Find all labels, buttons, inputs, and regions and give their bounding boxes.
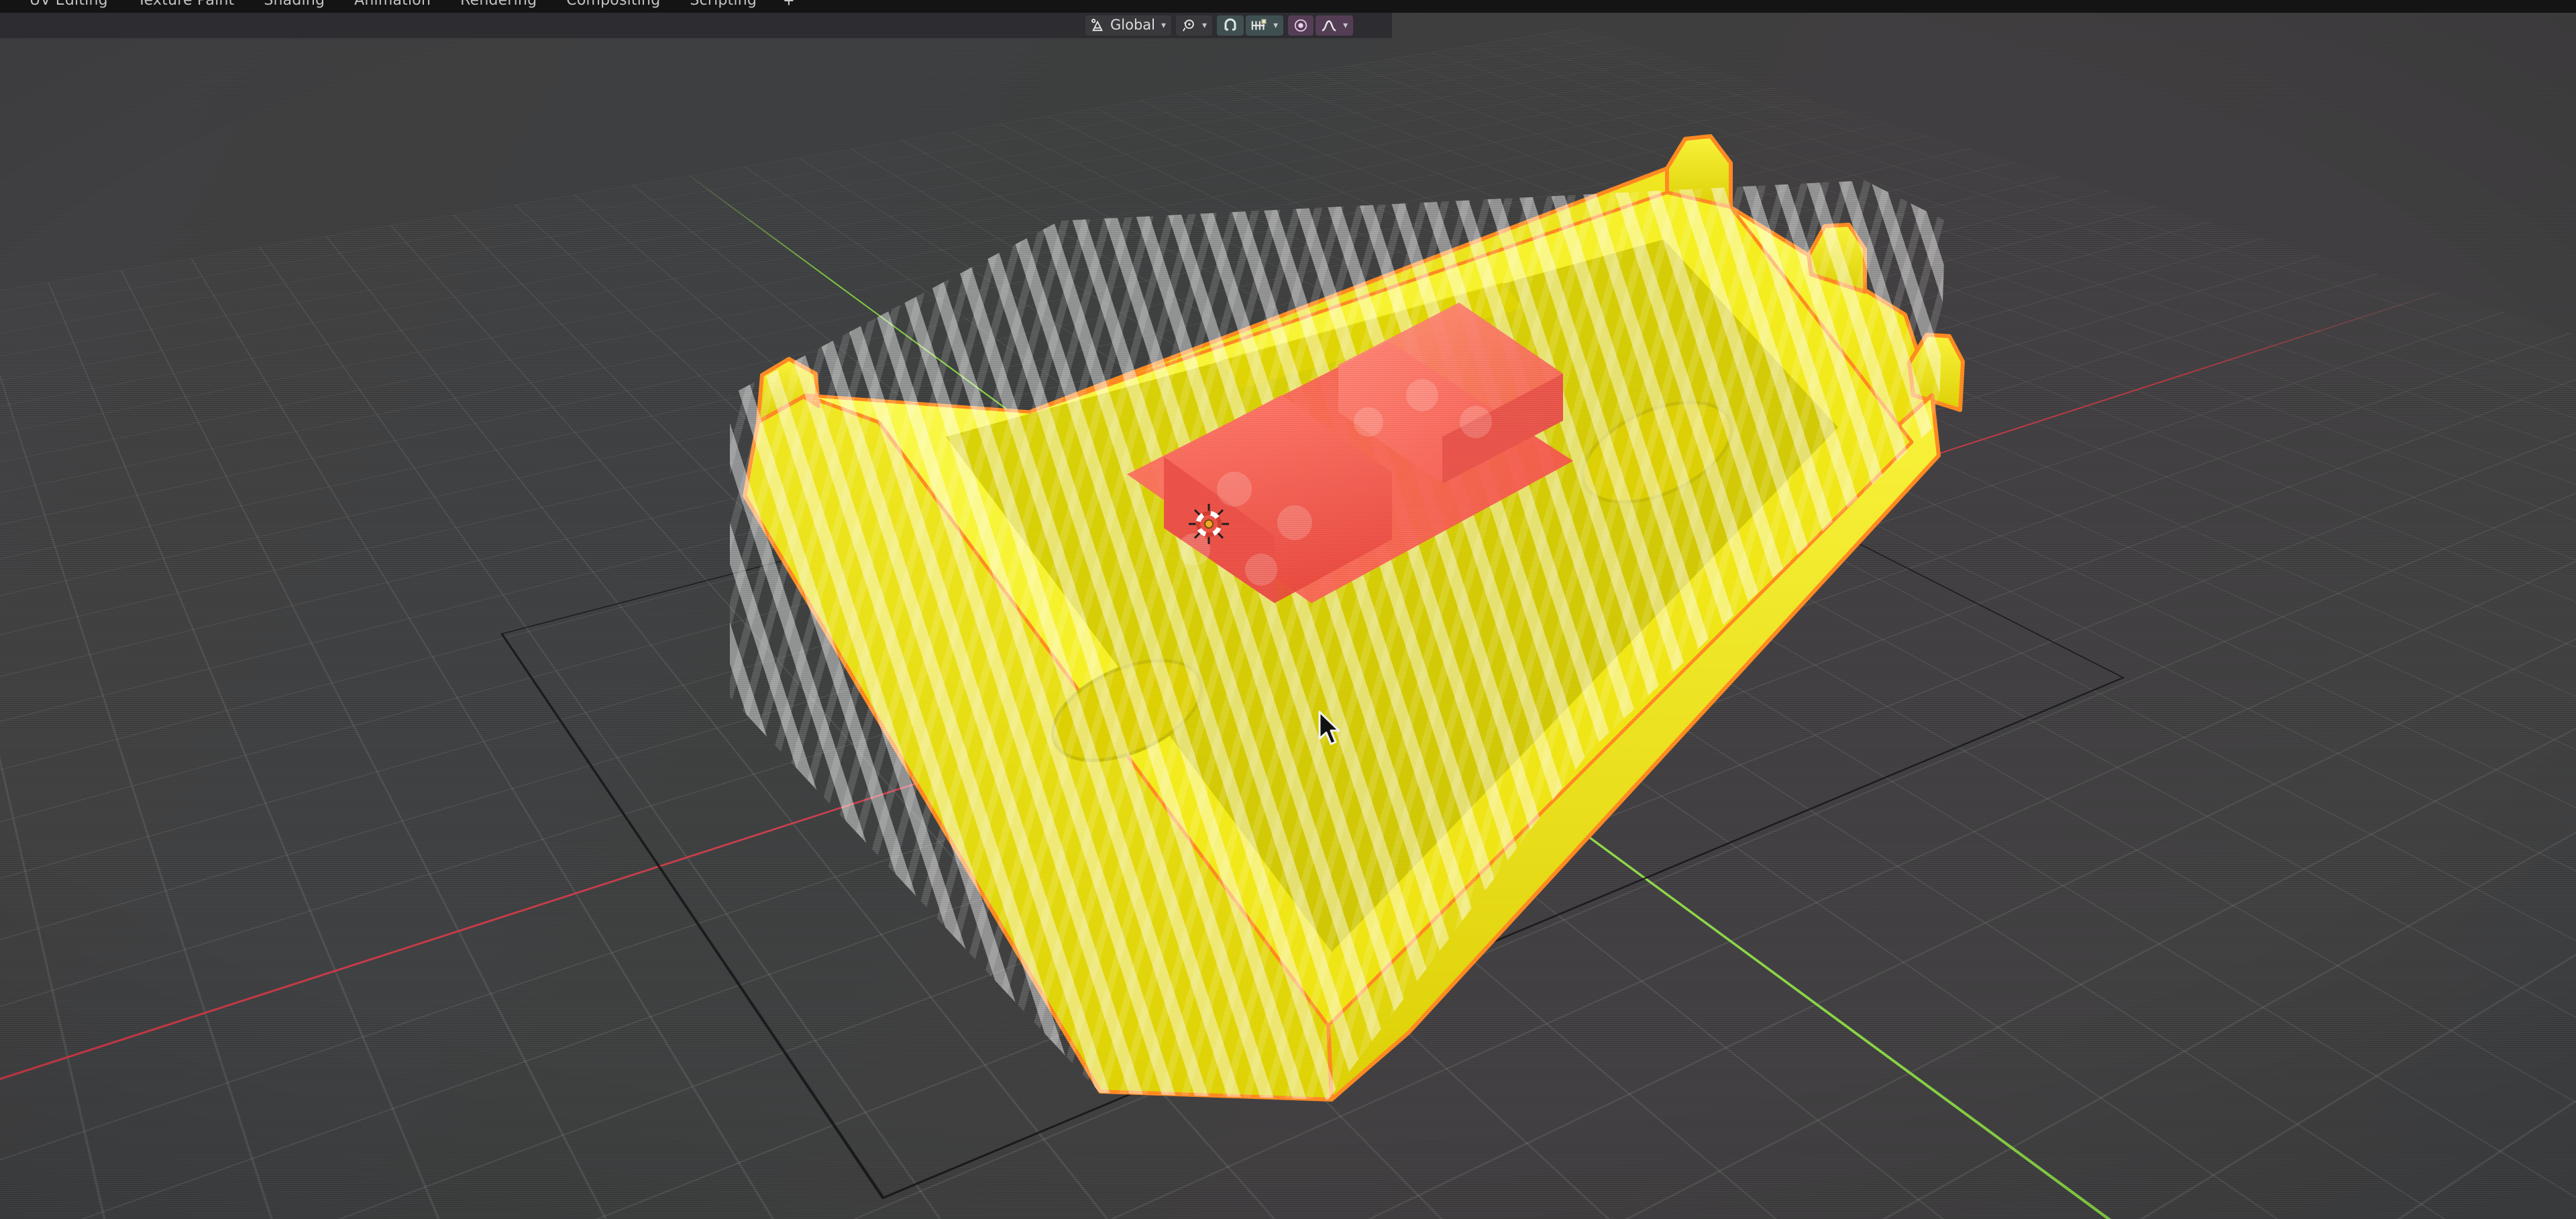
- add-workspace-button[interactable]: +: [771, 0, 806, 12]
- chevron-down-icon[interactable]: ▾: [1342, 20, 1348, 31]
- orientation-globe-icon: [1091, 18, 1106, 33]
- chevron-down-icon[interactable]: ▾: [1201, 20, 1207, 31]
- workspace-tab-scripting[interactable]: Scripting: [675, 0, 771, 13]
- smooth-falloff-curve-icon: [1321, 18, 1337, 33]
- mouse-pointer: [1317, 710, 1344, 748]
- selected-tray-object[interactable]: [724, 107, 2147, 1167]
- workspace-tab-texture-paint[interactable]: Texture Paint: [123, 0, 250, 13]
- 3d-viewport[interactable]: [0, 13, 2576, 1219]
- snap-toggle-button[interactable]: [1217, 15, 1244, 36]
- header-spacer: [0, 25, 1085, 26]
- workspace-tab-animation[interactable]: Animation: [339, 0, 445, 13]
- proportional-falloff-dropdown[interactable]: ▾: [1316, 15, 1354, 36]
- workspace-tab-rendering[interactable]: Rendering: [445, 0, 551, 13]
- chevron-down-icon[interactable]: ▾: [1160, 20, 1166, 31]
- tray-body: [730, 134, 1965, 1102]
- mouse-pointer-icon: [1318, 710, 1340, 745]
- blender-window: Global ▾ ▾ ▾ ▾ UV Editing Texture Paint …: [0, 0, 2576, 1219]
- 3d-cursor[interactable]: [1187, 502, 1230, 545]
- pivot-point-dropdown[interactable]: ▾: [1176, 15, 1213, 36]
- chevron-down-icon[interactable]: ▾: [1272, 20, 1278, 31]
- workspace-tab-shading[interactable]: Shading: [249, 0, 339, 13]
- pivot-point-icon: [1181, 18, 1196, 33]
- 3d-cursor-icon: [1189, 504, 1229, 544]
- snap-target-dropdown[interactable]: ▾: [1246, 15, 1284, 36]
- proportional-editing-toggle[interactable]: [1288, 15, 1314, 36]
- viewport-header-toolbar[interactable]: Global ▾ ▾ ▾ ▾: [0, 13, 1392, 38]
- snap-increment-icon: [1251, 18, 1267, 33]
- workspace-tab-bar[interactable]: UV Editing Texture Paint Shading Animation R…: [0, 0, 2576, 13]
- workspace-tab-uv-editing[interactable]: UV Editing: [9, 0, 123, 13]
- tray-moire-overlay: [730, 180, 1945, 1100]
- workspace-tab-compositing[interactable]: Compositing: [551, 0, 675, 13]
- magnet-icon: [1222, 17, 1238, 34]
- transform-orientation-dropdown[interactable]: Global ▾: [1085, 15, 1172, 36]
- transform-orientation-value: Global: [1110, 16, 1155, 33]
- workspace-tab-list: UV Editing Texture Paint Shading Animation R…: [0, 0, 806, 13]
- proportional-edit-icon: [1293, 18, 1308, 33]
- tray-geometry: [730, 134, 1965, 1102]
